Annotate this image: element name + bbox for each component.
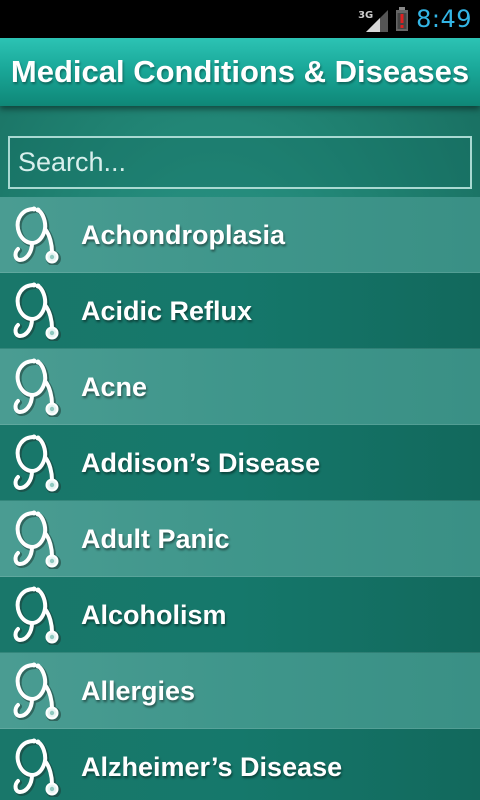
- list-item-label: Allergies: [81, 676, 196, 706]
- list-item-label: Adult Panic: [81, 524, 230, 554]
- stethoscope-icon: [12, 433, 64, 494]
- list-item-label: Acne: [81, 372, 148, 402]
- list-item[interactable]: Adult Panic: [0, 501, 480, 577]
- list-item[interactable]: Alzheimer’s Disease: [0, 729, 480, 800]
- status-icons: 3G 8:49: [358, 0, 472, 38]
- condition-list[interactable]: Achondroplasia Acidic Reflux Acne Addiso…: [0, 197, 480, 800]
- page-title: Medical Conditions & Diseases: [10, 54, 470, 89]
- list-item-label: Addison’s Disease: [81, 448, 321, 478]
- stethoscope-icon: [12, 509, 64, 570]
- search-input[interactable]: [10, 138, 470, 187]
- search-box[interactable]: [8, 136, 472, 189]
- list-item-label: Achondroplasia: [81, 220, 286, 250]
- list-item[interactable]: Achondroplasia: [0, 197, 480, 273]
- stethoscope-icon: [12, 661, 64, 722]
- list-item[interactable]: Alcoholism: [0, 577, 480, 653]
- list-item[interactable]: Acne: [0, 349, 480, 425]
- title-bar: Medical Conditions & Diseases: [0, 38, 480, 106]
- stethoscope-icon: [12, 281, 64, 342]
- battery-alert-icon: [396, 7, 409, 31]
- main-content: Achondroplasia Acidi: [0, 106, 480, 800]
- list-item[interactable]: Addison’s Disease: [0, 425, 480, 501]
- list-item[interactable]: Allergies: [0, 653, 480, 729]
- stethoscope-icon: [12, 737, 64, 798]
- stethoscope-icon: [12, 357, 64, 418]
- status-bar: 3G 8:49: [0, 0, 480, 38]
- list-item-label: Acidic Reflux: [81, 296, 253, 326]
- list-item[interactable]: Acidic Reflux: [0, 273, 480, 349]
- signal-icon: 3G: [358, 6, 389, 32]
- list-item-label: Alzheimer’s Disease: [81, 752, 343, 782]
- list-item-label: Alcoholism: [81, 600, 227, 630]
- stethoscope-icon: [12, 205, 64, 266]
- clock: 8:49: [416, 5, 472, 33]
- stethoscope-icon: [12, 585, 64, 646]
